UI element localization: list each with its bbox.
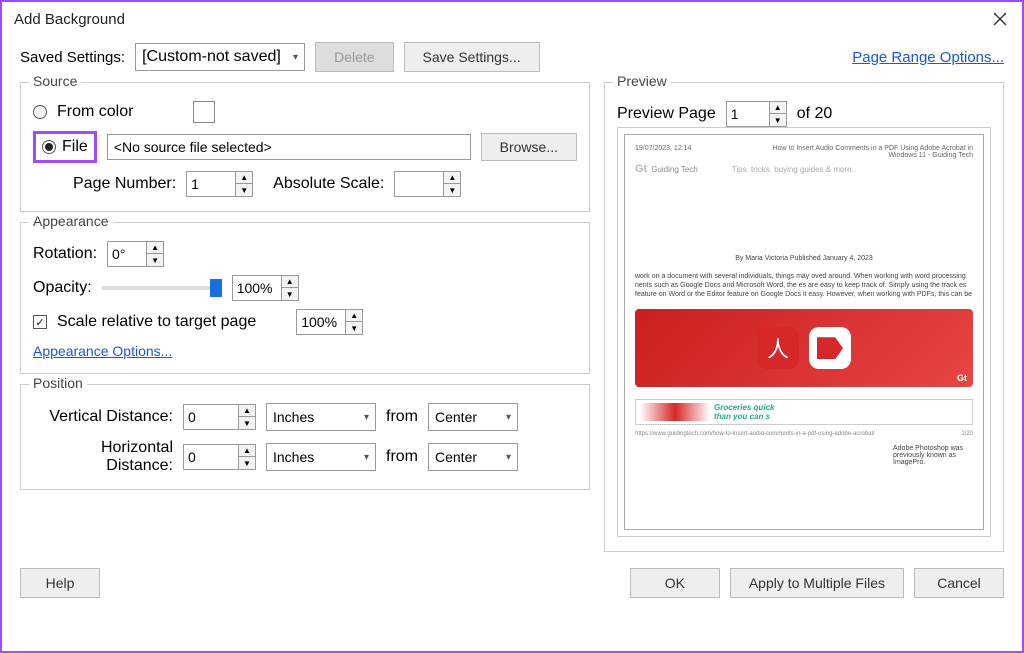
delete-button[interactable]: Delete <box>315 42 393 72</box>
cancel-button[interactable]: Cancel <box>914 568 1004 598</box>
position-group: Position Vertical Distance: ▲▼ Inches▾ f… <box>20 384 590 490</box>
chevron-down-icon: ▾ <box>293 52 298 63</box>
vertical-distance-label: Vertical Distance: <box>33 408 173 426</box>
preview-document: 19/07/2023, 12:14 How to Insert Audio Co… <box>624 134 984 530</box>
appearance-group: Appearance Rotation: ▲▼ Opacity: ▲▼ <box>20 222 590 374</box>
from-color-radio[interactable] <box>33 105 47 119</box>
saved-settings-label: Saved Settings: <box>20 49 125 66</box>
saved-settings-dropdown[interactable]: [Custom-not saved] ▾ <box>135 43 305 71</box>
file-radio[interactable] <box>42 140 56 154</box>
rotation-label: Rotation: <box>33 245 97 263</box>
from-color-label: From color <box>57 103 133 121</box>
file-label: File <box>62 138 88 156</box>
preview-ad: Groceries quick than you can s <box>635 399 973 425</box>
appearance-options-link[interactable]: Appearance Options... <box>33 343 172 359</box>
ok-button[interactable]: OK <box>630 568 720 598</box>
close-button[interactable] <box>990 9 1010 29</box>
preview-page-label: Preview Page <box>617 105 716 123</box>
preview-total: of 20 <box>797 105 833 123</box>
chevron-down-icon: ▾ <box>364 412 369 423</box>
page-number-label: Page Number: <box>73 175 176 193</box>
horizontal-distance-spinner[interactable]: ▲▼ <box>183 444 256 470</box>
help-button[interactable]: Help <box>20 568 100 598</box>
opacity-label: Opacity: <box>33 279 92 297</box>
horizontal-from-select[interactable]: Center▾ <box>428 443 518 471</box>
apply-multiple-button[interactable]: Apply to Multiple Files <box>730 568 904 598</box>
opacity-slider[interactable] <box>102 286 222 290</box>
scale-relative-label: Scale relative to target page <box>57 313 256 331</box>
absolute-scale-label: Absolute Scale: <box>273 175 384 193</box>
spinner-down-icon[interactable]: ▼ <box>236 184 252 196</box>
page-range-options-link[interactable]: Page Range Options... <box>852 49 1004 66</box>
window-title: Add Background <box>14 11 125 28</box>
browse-button[interactable]: Browse... <box>481 133 577 161</box>
save-settings-button[interactable]: Save Settings... <box>404 42 540 72</box>
page-number-spinner[interactable]: ▲▼ <box>186 171 253 197</box>
preview-page-spinner[interactable]: ▲▼ <box>726 101 787 127</box>
preview-area: 19/07/2023, 12:14 How to Insert Audio Co… <box>617 127 991 537</box>
opacity-spinner[interactable]: ▲▼ <box>232 275 299 301</box>
color-swatch[interactable] <box>193 101 215 123</box>
file-path-field: <No source file selected> <box>107 134 471 160</box>
audio-icon <box>809 327 851 369</box>
vertical-from-select[interactable]: Center▾ <box>428 403 518 431</box>
spinner-up-icon[interactable]: ▲ <box>236 172 252 184</box>
vertical-distance-spinner[interactable]: ▲▼ <box>183 404 256 430</box>
preview-hero-image: 人 Gt <box>635 309 973 387</box>
source-group: Source From color File <No source file s… <box>20 82 590 212</box>
preview-group: Preview Preview Page ▲▼ of 20 19/07/2023… <box>604 82 1004 552</box>
vertical-unit-select[interactable]: Inches▾ <box>266 403 376 431</box>
slider-thumb[interactable] <box>210 279 222 297</box>
gt-logo-icon: Gt <box>635 163 647 175</box>
adobe-icon: 人 <box>757 327 799 369</box>
absolute-scale-spinner[interactable]: ▲▼ <box>394 171 461 197</box>
horizontal-unit-select[interactable]: Inches▾ <box>266 443 376 471</box>
scale-relative-checkbox[interactable]: ✓ <box>33 315 47 329</box>
file-radio-highlight: File <box>33 131 97 163</box>
horizontal-distance-label: Horizontal Distance: <box>33 439 173 475</box>
scale-relative-spinner[interactable]: ▲▼ <box>296 309 363 335</box>
rotation-spinner[interactable]: ▲▼ <box>107 241 164 267</box>
from-label: from <box>386 408 418 426</box>
